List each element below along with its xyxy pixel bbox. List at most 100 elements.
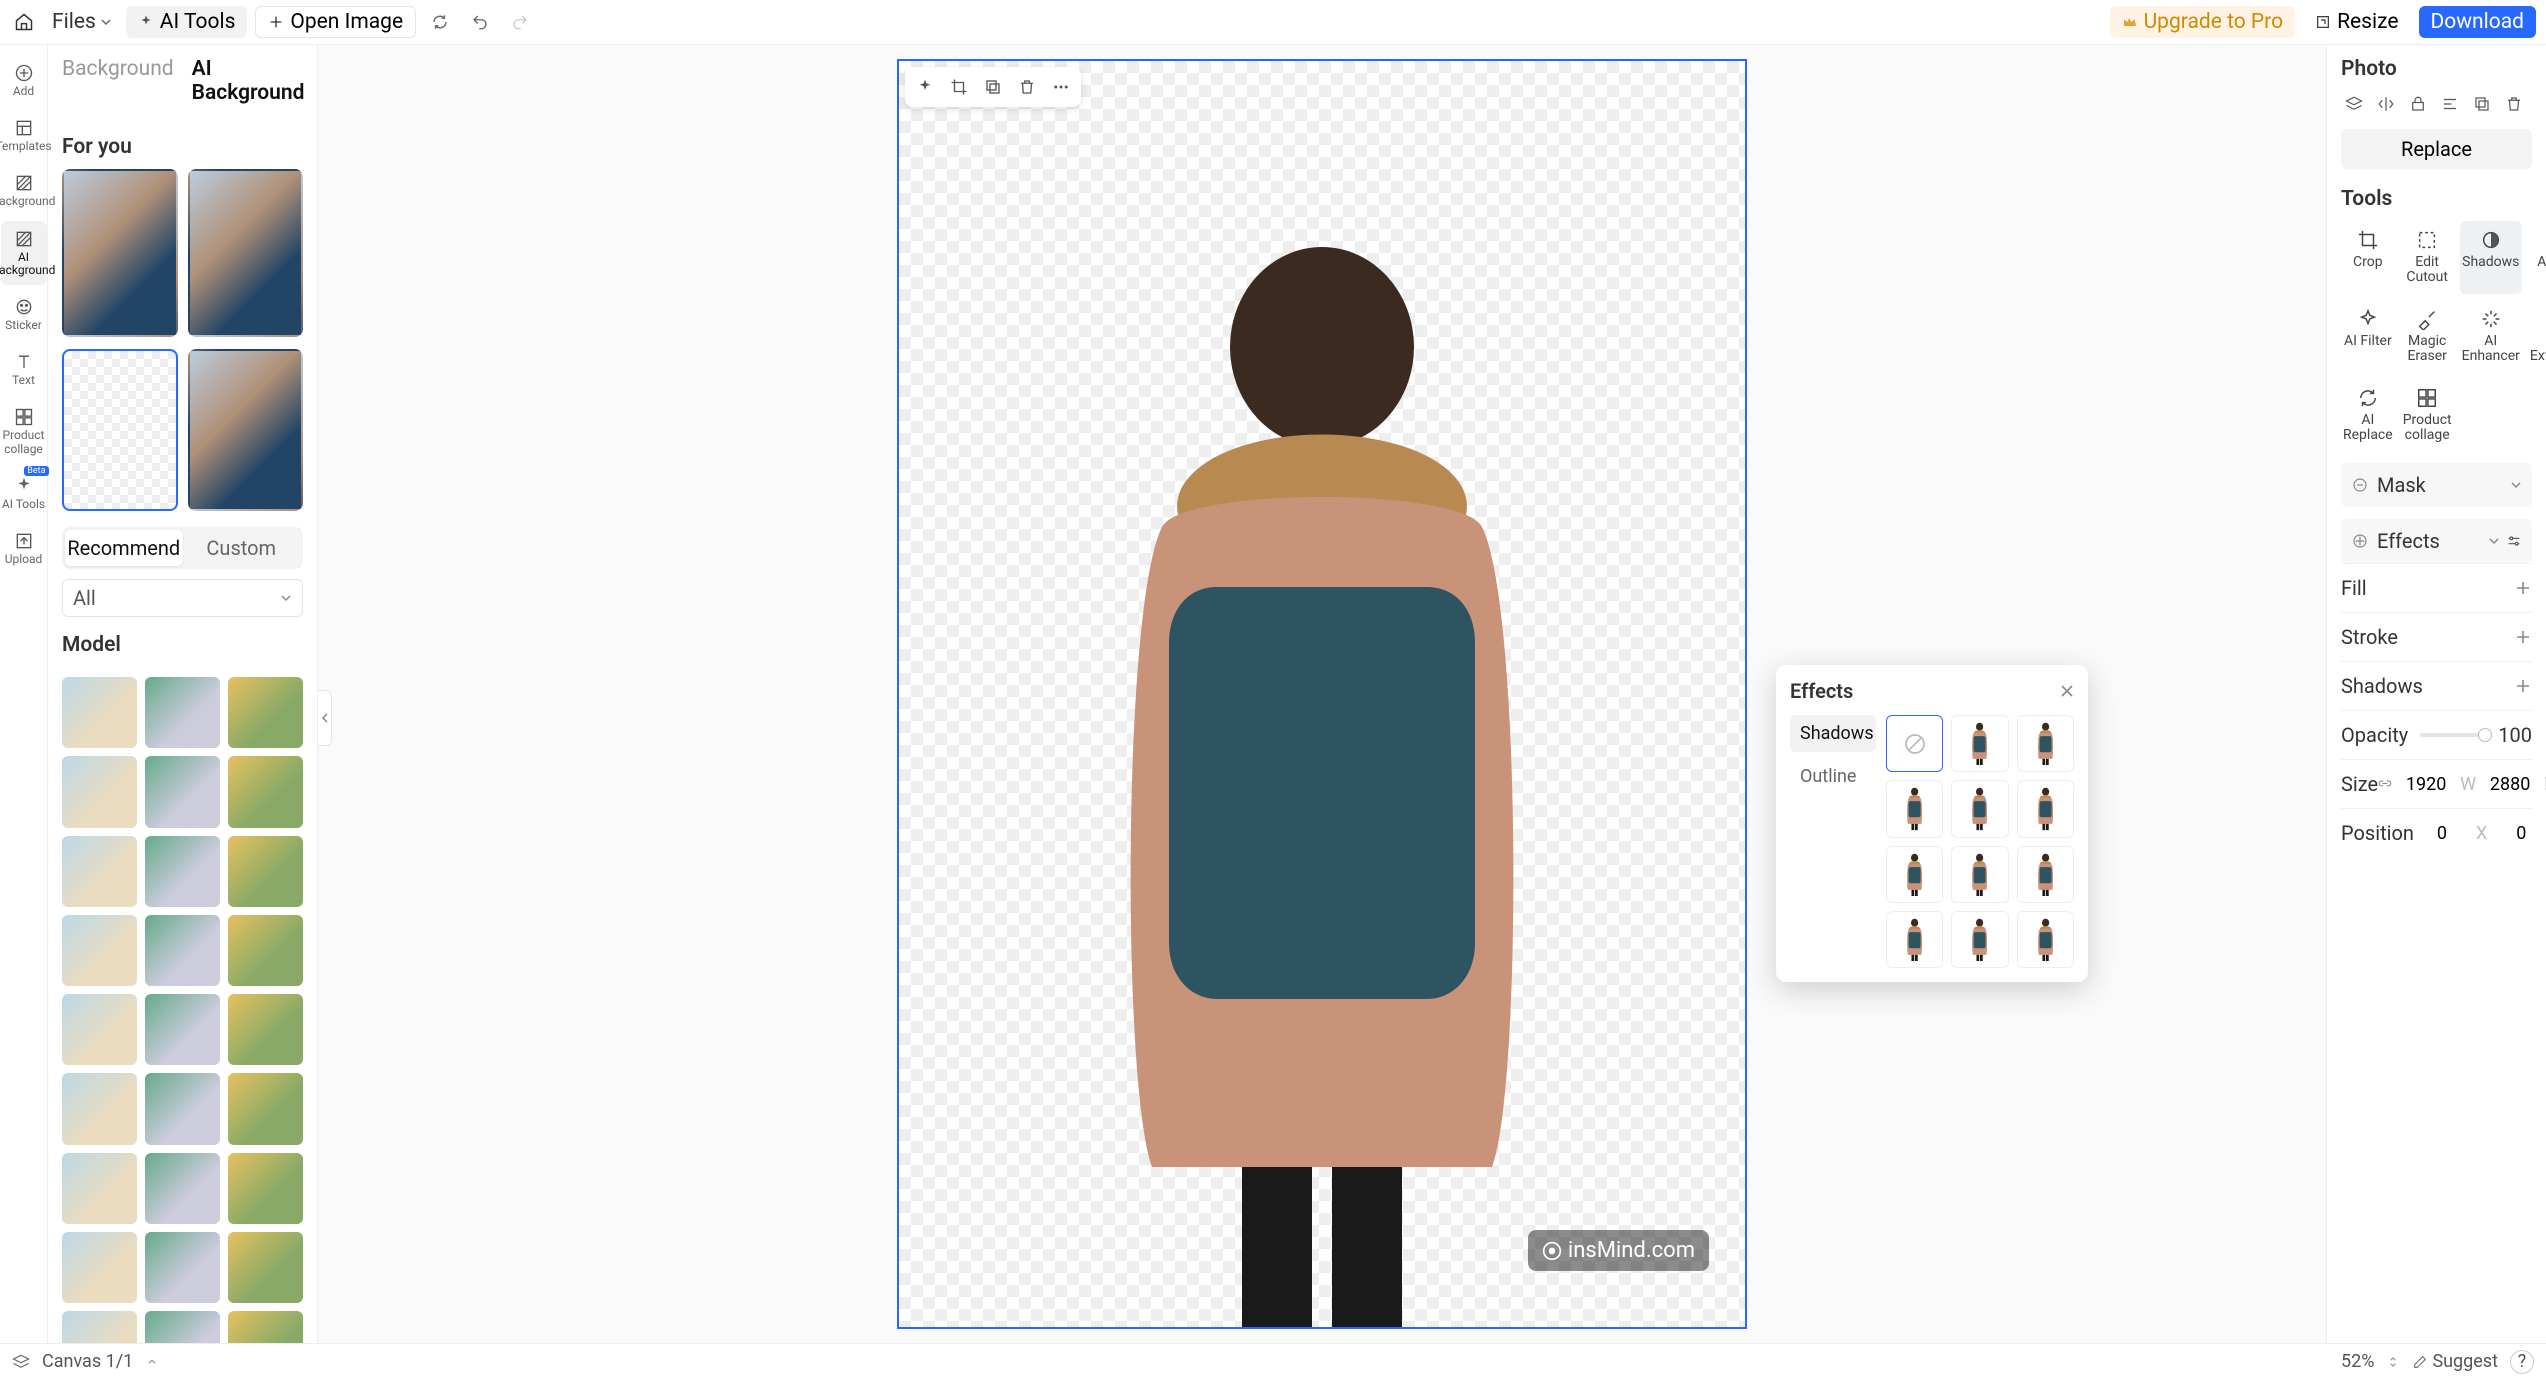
upgrade-button[interactable]: Upgrade to Pro: [2110, 6, 2296, 38]
replace-button[interactable]: Replace: [2341, 129, 2532, 169]
shadow-preset[interactable]: [1951, 715, 2008, 772]
category-dropdown[interactable]: All: [62, 579, 303, 617]
subject-image[interactable]: [1042, 227, 1602, 1327]
model-thumb[interactable]: [228, 677, 303, 748]
width-input[interactable]: [2398, 774, 2454, 795]
model-thumb[interactable]: [62, 677, 137, 748]
for-you-thumb[interactable]: [62, 349, 178, 511]
model-thumb[interactable]: [62, 756, 137, 827]
model-thumb[interactable]: [62, 1311, 137, 1343]
shadow-preset[interactable]: [2017, 911, 2074, 968]
model-thumb[interactable]: [62, 836, 137, 907]
tool-shadows[interactable]: Shadows: [2460, 221, 2522, 294]
sliders-icon[interactable]: [2506, 533, 2522, 549]
home-icon[interactable]: [10, 8, 38, 36]
layers-icon[interactable]: [2341, 91, 2367, 117]
tool-ai-replace[interactable]: AI Replace: [2341, 379, 2395, 452]
nav-sticker[interactable]: Sticker: [1, 289, 47, 340]
close-icon[interactable]: [2060, 684, 2074, 698]
model-thumb[interactable]: [145, 1232, 220, 1303]
ai-tools-button[interactable]: AI Tools: [126, 6, 248, 38]
tool-ai-extender[interactable]: AI Extender: [2528, 300, 2546, 373]
zoom-value[interactable]: 52%: [2341, 1351, 2374, 1372]
model-thumb[interactable]: [145, 836, 220, 907]
nav-background[interactable]: Background: [1, 165, 47, 216]
delete-icon[interactable]: [2501, 91, 2527, 117]
effects-row[interactable]: Effects: [2341, 519, 2532, 563]
chevron-updown-icon[interactable]: [2386, 1355, 2400, 1369]
nav-product-collage[interactable]: Product collage: [1, 399, 47, 463]
model-thumb[interactable]: [145, 1073, 220, 1144]
nav-ai-background[interactable]: AI Background: [1, 221, 47, 285]
panel-collapse-left[interactable]: [318, 690, 332, 746]
nav-templates[interactable]: Templates: [1, 110, 47, 161]
open-image-button[interactable]: Open Image: [255, 6, 416, 38]
effects-tab-outline[interactable]: Outline: [1790, 758, 1876, 795]
shadow-preset[interactable]: [1951, 846, 2008, 903]
files-menu[interactable]: Files: [46, 10, 118, 34]
undo-icon[interactable]: [464, 6, 496, 38]
flip-icon[interactable]: [2373, 91, 2399, 117]
model-thumb[interactable]: [228, 1073, 303, 1144]
canvas-duplicate-icon[interactable]: [977, 71, 1009, 103]
shadow-preset[interactable]: [1886, 846, 1943, 903]
for-you-thumb[interactable]: [188, 349, 304, 511]
tool-adjust[interactable]: Adjust: [2528, 221, 2546, 294]
shadow-preset[interactable]: [2017, 780, 2074, 837]
for-you-thumb[interactable]: [62, 169, 178, 337]
shadow-preset[interactable]: [1886, 780, 1943, 837]
canvas[interactable]: insMind.com: [897, 59, 1747, 1329]
shadow-preset[interactable]: [1886, 715, 1943, 772]
sync-icon[interactable]: [424, 6, 456, 38]
model-thumb[interactable]: [145, 915, 220, 986]
layers-icon[interactable]: [12, 1353, 30, 1371]
canvas-counter[interactable]: Canvas 1/1: [42, 1351, 133, 1372]
tab-background[interactable]: Background: [62, 57, 174, 105]
model-thumb[interactable]: [228, 1311, 303, 1343]
download-button[interactable]: Download: [2419, 6, 2537, 38]
canvas-more-icon[interactable]: [1045, 71, 1077, 103]
nav-upload[interactable]: Upload: [1, 523, 47, 574]
plus-icon[interactable]: [2514, 579, 2532, 597]
model-thumb[interactable]: [228, 994, 303, 1065]
tool-ai-enhancer[interactable]: AI Enhancer: [2460, 300, 2522, 373]
help-icon[interactable]: ?: [2510, 1350, 2534, 1374]
tool-product-collage[interactable]: Product collage: [2401, 379, 2454, 452]
canvas-delete-icon[interactable]: [1011, 71, 1043, 103]
nav-ai-tools[interactable]: AI ToolsBeta: [1, 468, 47, 519]
model-thumb[interactable]: [145, 994, 220, 1065]
segment-custom[interactable]: Custom: [183, 530, 301, 566]
tool-ai-filter[interactable]: AI Filter: [2341, 300, 2395, 373]
nav-text[interactable]: Text: [1, 344, 47, 395]
model-thumb[interactable]: [62, 1073, 137, 1144]
model-thumb[interactable]: [228, 915, 303, 986]
shadow-preset[interactable]: [1951, 780, 2008, 837]
shadow-preset[interactable]: [1951, 911, 2008, 968]
redo-icon[interactable]: [504, 6, 536, 38]
expand-icon[interactable]: [145, 1355, 159, 1369]
effects-tab-shadows[interactable]: Shadows: [1790, 715, 1876, 752]
position-x-input[interactable]: [2414, 823, 2470, 844]
model-thumb[interactable]: [62, 915, 137, 986]
model-thumb[interactable]: [145, 1153, 220, 1224]
resize-button[interactable]: Resize: [2303, 6, 2410, 38]
canvas-crop-icon[interactable]: [943, 71, 975, 103]
lock-icon[interactable]: [2405, 91, 2431, 117]
plus-icon[interactable]: [2514, 677, 2532, 695]
model-thumb[interactable]: [228, 1153, 303, 1224]
link-icon[interactable]: [2378, 777, 2392, 791]
nav-add[interactable]: Add: [1, 55, 47, 106]
mask-row[interactable]: Mask: [2341, 463, 2532, 507]
plus-icon[interactable]: [2514, 628, 2532, 646]
opacity-slider[interactable]: [2420, 733, 2488, 737]
segment-recommend[interactable]: Recommend: [65, 530, 183, 566]
model-thumb[interactable]: [62, 1232, 137, 1303]
shadow-preset[interactable]: [2017, 846, 2074, 903]
for-you-thumb[interactable]: [188, 169, 304, 337]
model-thumb[interactable]: [228, 756, 303, 827]
shadow-preset[interactable]: [2017, 715, 2074, 772]
model-thumb[interactable]: [228, 1232, 303, 1303]
model-thumb[interactable]: [145, 1311, 220, 1343]
model-thumb[interactable]: [62, 1153, 137, 1224]
suggest-button[interactable]: Suggest: [2412, 1351, 2498, 1372]
